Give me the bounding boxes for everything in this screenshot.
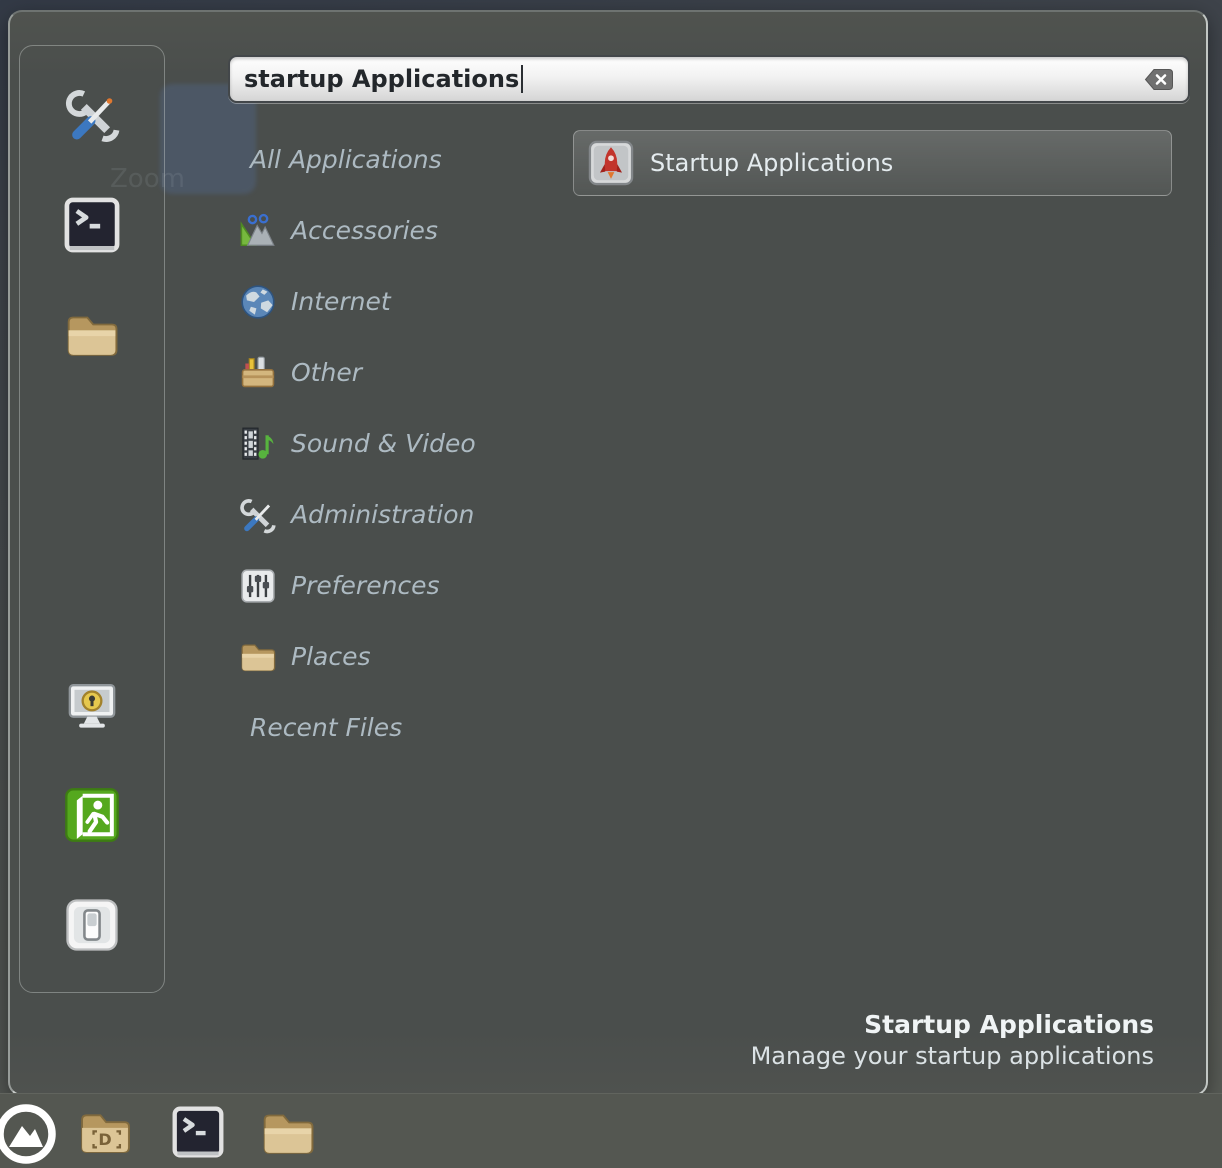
- accessories-icon-slot: [238, 211, 278, 251]
- category-sound-video[interactable]: Sound & Video: [238, 408, 578, 479]
- taskbar-item-terminal-launcher[interactable]: [172, 1106, 224, 1158]
- category-places[interactable]: Places: [238, 621, 578, 692]
- category-label: Preferences: [291, 571, 440, 600]
- category-label: Internet: [291, 287, 391, 316]
- category-accessories[interactable]: Accessories: [238, 195, 578, 266]
- sound-video-icon-slot: [238, 424, 278, 464]
- category-list: All Applications Accessories Internet Ot…: [238, 124, 578, 763]
- taskbar-item-menu-button[interactable]: [0, 1102, 58, 1166]
- internet-globe-icon-slot: [238, 282, 278, 322]
- mint-menu-panel: Zoom: [8, 10, 1208, 1096]
- taskbar-item-files-launcher[interactable]: [258, 1105, 318, 1161]
- selection-subtitle: Manage your startup applications: [751, 1041, 1154, 1072]
- category-label: Places: [291, 642, 371, 671]
- mint-logo-icon: [0, 1102, 58, 1166]
- taskbar: D: [0, 1093, 1222, 1168]
- text-caret: [521, 65, 523, 93]
- sound-video-icon: [239, 425, 277, 463]
- terminal-icon: [64, 197, 120, 253]
- category-label: Other: [291, 358, 362, 387]
- toolbox-icon: [239, 354, 277, 392]
- category-label: Recent Files: [250, 713, 402, 742]
- logout-icon: [64, 787, 120, 843]
- preferences-icon-slot: [238, 566, 278, 606]
- category-all-applications[interactable]: All Applications: [238, 124, 578, 195]
- svg-text:D: D: [98, 1130, 111, 1149]
- lock-screen-icon: [64, 677, 120, 733]
- selection-info: Startup Applications Manage your startup…: [751, 1009, 1154, 1072]
- preferences-icon: [239, 567, 277, 605]
- sidebar-bottom-group: [20, 676, 164, 954]
- search-value: startup Applications: [244, 65, 519, 93]
- result-startup-applications[interactable]: Startup Applications: [573, 130, 1172, 196]
- folder-icon: [258, 1105, 318, 1161]
- selection-title: Startup Applications: [751, 1009, 1154, 1041]
- accessories-icon: [239, 212, 277, 250]
- shutdown-switch-icon: [64, 897, 120, 953]
- sidebar-item-system-tools[interactable]: [63, 86, 121, 144]
- taskbar-item-desktop-folder[interactable]: D: [76, 1105, 134, 1160]
- startup-applications-icon-slot: [588, 140, 634, 186]
- result-label: Startup Applications: [650, 149, 893, 177]
- places-folder-icon: [239, 638, 277, 676]
- folder-icon: [64, 307, 120, 363]
- category-other[interactable]: Other: [238, 337, 578, 408]
- sidebar-item-logout[interactable]: [63, 786, 121, 844]
- sidebar-item-quit[interactable]: [63, 896, 121, 954]
- category-label: Administration: [291, 500, 474, 529]
- category-internet[interactable]: Internet: [238, 266, 578, 337]
- startup-applications-icon: [588, 140, 634, 186]
- search-input[interactable]: startup Applications: [228, 55, 1190, 103]
- folder-d-icon: D: [76, 1105, 134, 1160]
- sidebar: [19, 45, 165, 993]
- category-label: Accessories: [291, 216, 438, 245]
- category-label: Sound & Video: [291, 429, 476, 458]
- terminal-icon: [172, 1106, 224, 1158]
- tools-icon: [64, 87, 120, 143]
- administration-icon-slot: [238, 495, 278, 535]
- sidebar-item-terminal[interactable]: [63, 196, 121, 254]
- category-preferences[interactable]: Preferences: [238, 550, 578, 621]
- internet-globe-icon: [239, 283, 277, 321]
- sidebar-top-group: [20, 86, 164, 364]
- places-folder-icon-slot: [238, 637, 278, 677]
- clear-backspace-icon: [1144, 68, 1174, 91]
- clear-search-button[interactable]: [1144, 68, 1174, 91]
- category-administration[interactable]: Administration: [238, 479, 578, 550]
- category-recent-files[interactable]: Recent Files: [238, 692, 578, 763]
- category-label: All Applications: [250, 145, 442, 174]
- search-results: Startup Applications: [573, 130, 1172, 196]
- sidebar-item-files[interactable]: [63, 306, 121, 364]
- desktop: Zoom: [0, 0, 1222, 1168]
- toolbox-icon-slot: [238, 353, 278, 393]
- sidebar-item-lock-screen[interactable]: [63, 676, 121, 734]
- administration-icon: [239, 496, 277, 534]
